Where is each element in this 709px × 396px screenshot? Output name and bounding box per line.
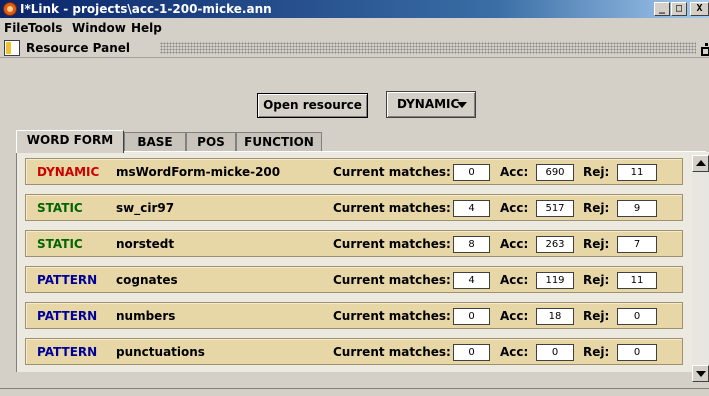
matches-field[interactable]: 0	[453, 344, 490, 361]
resource-row[interactable]: PATTERN cognates Current matches: 4 Acc: 119 R…	[25, 266, 683, 293]
resource-type: PATTERN	[37, 345, 98, 359]
acc-label: Acc:	[500, 273, 529, 287]
rej-field[interactable]: 0	[617, 344, 657, 361]
rej-label: Rej:	[583, 345, 610, 359]
matches-field[interactable]: 0	[453, 164, 490, 181]
rej-field[interactable]: 11	[617, 164, 657, 181]
resource-type: DYNAMIC	[37, 165, 100, 179]
resource-type: PATTERN	[37, 273, 98, 287]
tab-base[interactable]: BASE	[124, 132, 186, 152]
resource-type-select[interactable]: DYNAMIC	[386, 91, 476, 118]
menu-help[interactable]: Help	[131, 21, 162, 35]
undock-icon[interactable]	[699, 42, 709, 56]
tab-pos[interactable]: POS	[186, 132, 236, 152]
matches-label: Current matches:	[333, 309, 451, 323]
rej-label: Rej:	[583, 237, 610, 251]
resource-row[interactable]: STATIC norstedt Current matches: 8 Acc: 263 Re…	[25, 230, 683, 257]
acc-field[interactable]: 263	[536, 236, 574, 253]
resource-name: cognates	[116, 273, 178, 287]
acc-label: Acc:	[500, 345, 529, 359]
resource-type-value: DYNAMIC	[397, 97, 460, 111]
matches-field[interactable]: 4	[453, 200, 490, 217]
acc-field[interactable]: 18	[536, 308, 574, 325]
tab-function[interactable]: FUNCTION	[236, 132, 322, 152]
bottom-border	[0, 388, 709, 396]
rej-label: Rej:	[583, 273, 610, 287]
app-logo-icon	[3, 2, 17, 16]
open-resource-button[interactable]: Open resource	[257, 93, 368, 118]
close-button[interactable]: X	[690, 2, 709, 16]
resource-list: DYNAMIC msWordForm-micke-200 Current match…	[16, 152, 709, 372]
resource-type: STATIC	[37, 237, 83, 251]
rej-field[interactable]: 7	[617, 236, 657, 253]
menu-tools[interactable]: Tools	[28, 21, 62, 35]
matches-field[interactable]: 8	[453, 236, 490, 253]
rej-label: Rej:	[583, 309, 610, 323]
rej-field[interactable]: 0	[617, 308, 657, 325]
matches-field[interactable]: 4	[453, 272, 490, 289]
vertical-scrollbar[interactable]	[692, 155, 709, 382]
panel-title: Resource Panel	[26, 41, 131, 55]
rej-field[interactable]: 11	[617, 272, 657, 289]
resource-name: punctuations	[116, 345, 205, 359]
panel-icon	[4, 40, 20, 56]
rej-label: Rej:	[583, 165, 610, 179]
tab-word-form[interactable]: WORD FORM	[16, 130, 124, 153]
matches-label: Current matches:	[333, 345, 451, 359]
rej-field[interactable]: 9	[617, 200, 657, 217]
matches-label: Current matches:	[333, 165, 451, 179]
acc-label: Acc:	[500, 201, 529, 215]
menu-file[interactable]: File	[4, 21, 29, 35]
resource-name: msWordForm-micke-200	[116, 165, 281, 179]
resource-row[interactable]: STATIC sw_cir97 Current matches: 4 Acc: 517 Re…	[25, 194, 683, 221]
matches-label: Current matches:	[333, 273, 451, 287]
chevron-down-icon	[457, 102, 467, 108]
resource-type: STATIC	[37, 201, 83, 215]
resource-name: norstedt	[116, 237, 175, 251]
resource-panel-header[interactable]: Resource Panel	[0, 38, 709, 58]
resource-type: PATTERN	[37, 309, 98, 323]
acc-field[interactable]: 0	[536, 344, 574, 361]
window-title: I*Link - projects\acc-1-200-micke.ann	[20, 2, 272, 16]
maximize-button[interactable]: □	[671, 2, 687, 16]
acc-label: Acc:	[500, 165, 529, 179]
menu-window[interactable]: Window	[72, 21, 126, 35]
resource-row[interactable]: PATTERN punctuations Current matches: 0 Acc:…	[25, 338, 683, 365]
acc-field[interactable]: 690	[536, 164, 574, 181]
matches-label: Current matches:	[333, 201, 451, 215]
scroll-down-icon[interactable]	[692, 365, 709, 382]
resource-row[interactable]: DYNAMIC msWordForm-micke-200 Current match…	[25, 158, 683, 185]
minimize-button[interactable]: _	[654, 2, 670, 16]
resource-name: sw_cir97	[116, 201, 175, 215]
scroll-up-icon[interactable]	[692, 155, 709, 172]
title-bar: I*Link - projects\acc-1-200-micke.ann _ …	[0, 0, 709, 18]
acc-label: Acc:	[500, 237, 529, 251]
menu-bar: File Tools Window Help	[0, 18, 709, 38]
resource-row[interactable]: PATTERN numbers Current matches: 0 Acc: 18 Rej…	[25, 302, 683, 329]
matches-label: Current matches:	[333, 237, 451, 251]
resource-name: numbers	[116, 309, 176, 323]
acc-field[interactable]: 517	[536, 200, 574, 217]
drag-grip[interactable]	[160, 42, 696, 54]
matches-field[interactable]: 0	[453, 308, 490, 325]
acc-label: Acc:	[500, 309, 529, 323]
acc-field[interactable]: 119	[536, 272, 574, 289]
rej-label: Rej:	[583, 201, 610, 215]
